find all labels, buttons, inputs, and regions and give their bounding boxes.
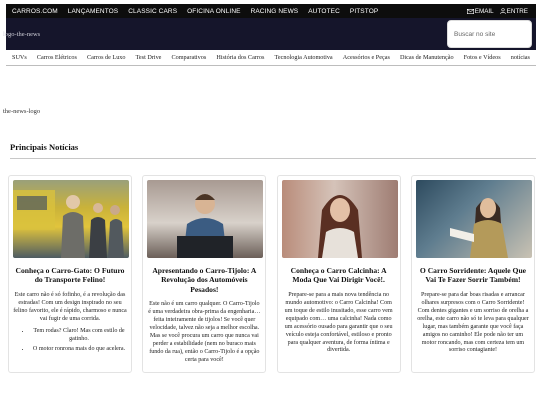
email-label: EMAIL [474, 7, 494, 15]
card-bullet: Tem rodas? Claro! Mas com estilo de gati… [31, 328, 127, 344]
site-logo[interactable]: logo-the-news [3, 31, 40, 38]
top-link-oficina-online[interactable]: OFICINA ONLINE [187, 8, 240, 15]
news-card[interactable]: O Carro Sorridente: Aquele Que Vai Te Fa… [410, 175, 535, 373]
news-card[interactable]: Conheça o Carro-Gato: O Futuro do Transp… [8, 175, 132, 373]
user-icon [499, 8, 506, 14]
top-link-pitstop[interactable]: PITSTOP [350, 8, 378, 15]
top-link-carros[interactable]: CARROS.COM [12, 8, 58, 15]
top-link-lancamentos[interactable]: LANÇAMENTOS [68, 8, 118, 15]
login-link[interactable]: ENTRE [499, 7, 528, 15]
card-image-train-station[interactable] [13, 180, 129, 258]
card-image-woman-portrait[interactable] [281, 180, 398, 258]
card-image-man-laptop[interactable] [147, 180, 264, 258]
category-dicas-manutencao[interactable]: Dicas de Manutenção [400, 54, 454, 61]
category-carros-eletricos[interactable]: Carros Elétricos [37, 54, 77, 61]
envelope-icon [466, 8, 474, 14]
card-title[interactable]: Apresentando o Carro-Tijolo: A Revolução… [147, 266, 261, 294]
news-card[interactable]: Apresentando o Carro-Tijolo: A Revolução… [142, 175, 267, 373]
banner-logo: the-news-logo [3, 108, 41, 115]
top-link-racing-news[interactable]: RACING NEWS [251, 8, 299, 15]
category-tecnologia[interactable]: Tecnologia Automotiva [275, 54, 333, 61]
photo-illustration [317, 195, 362, 258]
email-link[interactable]: EMAIL [466, 7, 494, 15]
card-title[interactable]: O Carro Sorridente: Aquele Que Vai Te Fa… [416, 266, 530, 285]
top-link-classic-cars[interactable]: CLASSIC CARS [128, 8, 177, 15]
card-text: Este carro não é só fofinho, é a revoluç… [13, 291, 127, 322]
card-text: Prepare-se para a mais nova tendência no… [284, 291, 393, 354]
news-cards: Conheça o Carro-Gato: O Futuro do Transp… [8, 175, 535, 373]
photo-illustration [449, 198, 508, 258]
login-label: ENTRE [506, 7, 528, 15]
news-card[interactable]: Conheça o Carro Calcinha: A Moda Que Vai… [276, 175, 401, 373]
card-text: Este não é um carro qualquer. O Carro-Ti… [148, 301, 261, 363]
card-image-woman-book[interactable] [415, 180, 532, 258]
photo-illustration [13, 190, 124, 258]
top-links: CARROS.COM LANÇAMENTOS CLASSIC CARS OFIC… [6, 8, 388, 15]
search-box [447, 20, 532, 48]
card-title[interactable]: Conheça o Carro Calcinha: A Moda Que Vai… [282, 266, 396, 285]
category-comparativos[interactable]: Comparativos [172, 54, 207, 61]
category-historia[interactable]: História dos Carros [216, 54, 264, 61]
card-text: Prepare-se para dar boas risadas e arran… [417, 291, 529, 354]
photo-illustration [177, 194, 234, 258]
section-divider [10, 158, 536, 159]
category-carros-de-luxo[interactable]: Carros de Luxo [87, 54, 126, 61]
header-band: logo-the-news [3, 18, 536, 50]
top-link-autotec[interactable]: AUTOTEC [308, 8, 340, 15]
auth-links: EMAIL ENTRE [461, 8, 536, 15]
card-title[interactable]: Conheça o Carro-Gato: O Futuro do Transp… [13, 266, 127, 285]
card-bullet-list: Tem rodas? Claro! Mas com estilo de gati… [13, 328, 127, 354]
category-noticias[interactable]: notícias [511, 54, 530, 61]
search-input[interactable] [448, 21, 531, 47]
card-bullet: O motor ronrona mais do que acelera. [31, 346, 127, 354]
category-nav: SUVs Carros Elétricos Carros de Luxo Tes… [6, 50, 536, 66]
category-fotos-videos[interactable]: Fotos e Vídeos [464, 54, 501, 61]
category-test-drive[interactable]: Test Drive [136, 54, 162, 61]
section-title: Principais Notícias [10, 142, 79, 152]
category-suvs[interactable]: SUVs [12, 54, 27, 61]
category-acessorios[interactable]: Acessórios e Peças [343, 54, 390, 61]
top-bar: CARROS.COM LANÇAMENTOS CLASSIC CARS OFIC… [6, 4, 536, 18]
